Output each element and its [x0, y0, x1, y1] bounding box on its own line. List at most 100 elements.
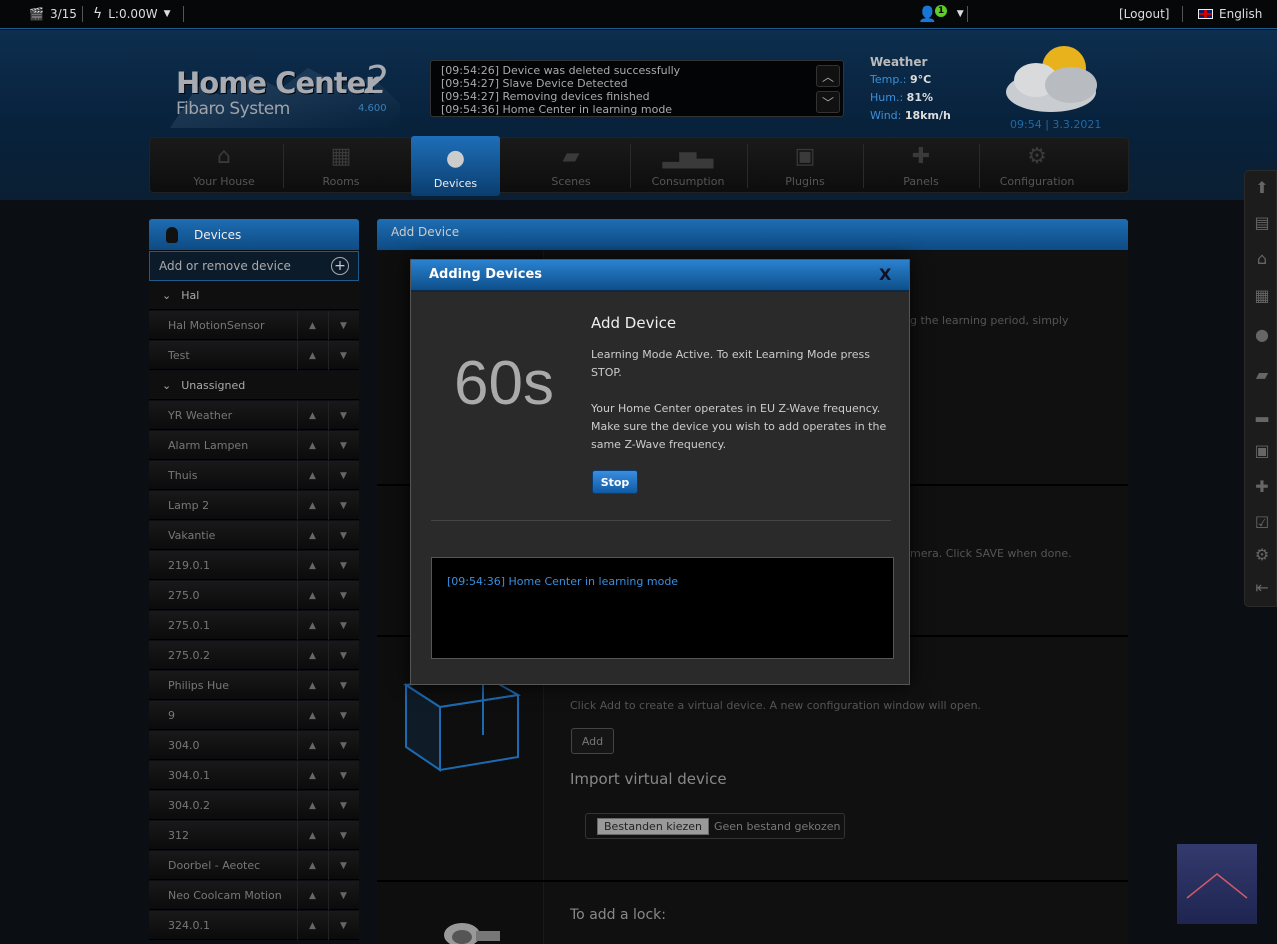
user-menu[interactable]: 👤 1 ▼ [918, 0, 964, 28]
move-down-icon[interactable]: ▼ [328, 911, 358, 940]
device-row[interactable]: Doorbel - Aeotec ▲ ▼ [149, 851, 359, 880]
move-down-icon[interactable]: ▼ [328, 431, 358, 460]
move-down-icon[interactable]: ▼ [328, 671, 358, 700]
device-row[interactable]: Lamp 2 ▲ ▼ [149, 491, 359, 520]
power-indicator[interactable]: ϟ L:0.00W ▼ [93, 0, 170, 28]
bulb-icon[interactable]: ● [1251, 323, 1273, 345]
device-row[interactable]: 275.0.2 ▲ ▼ [149, 641, 359, 670]
move-up-icon[interactable]: ▲ [297, 401, 327, 430]
house-icon[interactable]: ⌂ [1251, 247, 1273, 269]
nav-panels[interactable]: ✚ Panels [865, 138, 977, 194]
nav-scenes[interactable]: ▰ Scenes [515, 138, 627, 194]
humidity-label: Hum.: [870, 91, 904, 104]
add-virtual-device-button[interactable]: Add [571, 728, 614, 754]
move-down-icon[interactable]: ▼ [328, 581, 358, 610]
move-down-icon[interactable]: ▼ [328, 491, 358, 520]
device-row[interactable]: 304.0 ▲ ▼ [149, 731, 359, 760]
device-label: 304.0.2 [168, 799, 210, 812]
move-up-icon[interactable]: ▲ [297, 341, 327, 370]
move-up-icon[interactable]: ▲ [297, 311, 327, 340]
device-row[interactable]: 324.0.1 ▲ ▼ [149, 911, 359, 940]
plugin-box-icon[interactable]: ▣ [1251, 439, 1273, 461]
move-up-icon[interactable]: ▲ [297, 671, 327, 700]
room-group-row[interactable]: ⌄ Hal [149, 281, 359, 310]
move-down-icon[interactable]: ▼ [328, 821, 358, 850]
move-up-icon[interactable]: ▲ [297, 641, 327, 670]
device-row[interactable]: 304.0.2 ▲ ▼ [149, 791, 359, 820]
move-down-icon[interactable]: ▼ [328, 401, 358, 430]
move-down-icon[interactable]: ▼ [328, 611, 358, 640]
move-down-icon[interactable]: ▼ [328, 341, 358, 370]
nav-your-house[interactable]: ⌂ Your House [168, 138, 280, 194]
move-up-icon[interactable]: ▲ [297, 731, 327, 760]
device-row[interactable]: 219.0.1 ▲ ▼ [149, 551, 359, 580]
device-row[interactable]: Vakantie ▲ ▼ [149, 521, 359, 550]
chart-icon[interactable]: ▂ [1251, 401, 1273, 423]
move-up-icon[interactable]: ▲ [297, 851, 327, 880]
move-up-icon[interactable]: ▲ [297, 581, 327, 610]
choose-file-button[interactable]: Bestanden kiezen [597, 817, 709, 835]
device-row[interactable]: 312 ▲ ▼ [149, 821, 359, 850]
move-up-icon[interactable]: ▲ [297, 911, 327, 940]
move-up-icon[interactable]: ▲ [297, 611, 327, 640]
move-up-icon[interactable]: ▲ [297, 791, 327, 820]
nav-consumption[interactable]: ▂▅▃ Consumption [632, 138, 744, 194]
device-row[interactable]: Thuis ▲ ▼ [149, 461, 359, 490]
device-row[interactable]: Alarm Lampen ▲ ▼ [149, 431, 359, 460]
add-remove-device-button[interactable]: Add or remove device + [149, 251, 359, 281]
move-up-icon[interactable]: ▲ [297, 701, 327, 730]
device-row[interactable]: Philips Hue ▲ ▼ [149, 671, 359, 700]
move-up-icon[interactable]: ▲ [297, 551, 327, 580]
scene-counter[interactable]: 🎬 3/15 [29, 0, 77, 28]
move-down-icon[interactable]: ▼ [328, 521, 358, 550]
logout-icon[interactable]: ⇤ [1251, 576, 1273, 598]
puzzle-icon[interactable]: ✚ [1251, 475, 1273, 497]
move-up-icon[interactable]: ▲ [297, 881, 327, 910]
move-down-icon[interactable]: ▼ [328, 881, 358, 910]
device-row[interactable]: 9 ▲ ▼ [149, 701, 359, 730]
gears-icon[interactable]: ⚙ [1251, 543, 1273, 565]
arrow-up-icon[interactable]: ⬆ [1251, 176, 1273, 198]
logout-link[interactable]: [Logout] [1119, 0, 1169, 28]
stop-button[interactable]: Stop [592, 470, 638, 494]
chart-icon: ▂▅▃ [662, 144, 714, 169]
move-up-icon[interactable]: ▲ [297, 821, 327, 850]
scroll-to-top-button[interactable] [1177, 844, 1257, 924]
device-row[interactable]: Hal MotionSensor ▲ ▼ [149, 311, 359, 340]
device-row[interactable]: 275.0.1 ▲ ▼ [149, 611, 359, 640]
nav-plugins[interactable]: ▣ Plugins [749, 138, 861, 194]
device-row[interactable]: 275.0 ▲ ▼ [149, 581, 359, 610]
close-icon[interactable]: X [879, 265, 891, 284]
save-icon[interactable]: ▤ [1251, 211, 1273, 233]
room-group-row[interactable]: ⌄ Unassigned [149, 371, 359, 400]
log-scroll-up-button[interactable]: ︿ [816, 65, 840, 87]
move-up-icon[interactable]: ▲ [297, 431, 327, 460]
nav-devices[interactable]: ● Devices [411, 136, 500, 196]
nav-configuration[interactable]: ⚙ Configuration [981, 138, 1093, 194]
device-label: 324.0.1 [168, 919, 210, 932]
move-down-icon[interactable]: ▼ [328, 851, 358, 880]
move-down-icon[interactable]: ▼ [328, 761, 358, 790]
move-up-icon[interactable]: ▲ [297, 491, 327, 520]
device-row[interactable]: 304.0.1 ▲ ▼ [149, 761, 359, 790]
device-row[interactable]: YR Weather ▲ ▼ [149, 401, 359, 430]
move-down-icon[interactable]: ▼ [328, 461, 358, 490]
move-down-icon[interactable]: ▼ [328, 791, 358, 820]
move-down-icon[interactable]: ▼ [328, 731, 358, 760]
move-down-icon[interactable]: ▼ [328, 701, 358, 730]
move-down-icon[interactable]: ▼ [328, 311, 358, 340]
rooms-icon[interactable]: ▦ [1251, 284, 1273, 306]
device-row[interactable]: Neo Coolcam Motion ▲ ▼ [149, 881, 359, 910]
calendar-check-icon[interactable]: ☑ [1251, 511, 1273, 533]
device-row[interactable]: Test ▲ ▼ [149, 341, 359, 370]
language-selector[interactable]: English [1198, 0, 1262, 28]
log-scroll-down-button[interactable]: ﹀ [816, 91, 840, 113]
move-up-icon[interactable]: ▲ [297, 461, 327, 490]
file-input[interactable]: Bestanden kiezen Geen bestand gekozen [585, 813, 845, 839]
clapper-icon[interactable]: ▰ [1251, 363, 1273, 385]
move-up-icon[interactable]: ▲ [297, 761, 327, 790]
move-down-icon[interactable]: ▼ [328, 641, 358, 670]
move-up-icon[interactable]: ▲ [297, 521, 327, 550]
nav-rooms[interactable]: ▦ Rooms [285, 138, 397, 194]
move-down-icon[interactable]: ▼ [328, 551, 358, 580]
